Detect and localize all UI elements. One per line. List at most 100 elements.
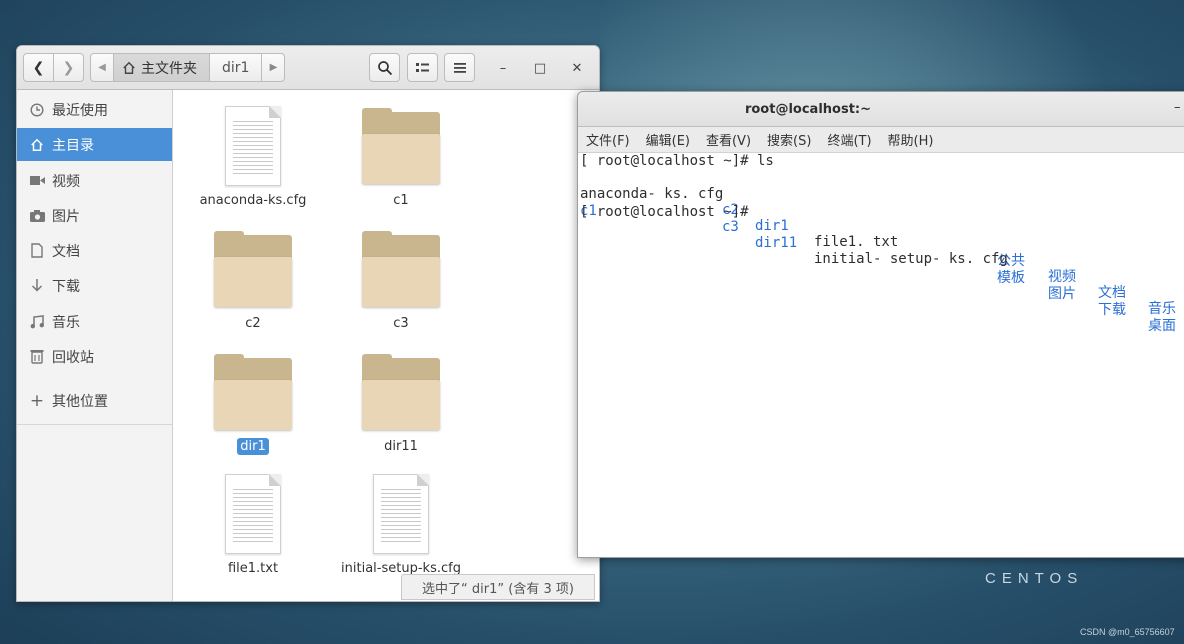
terminal-listing-row: anaconda- ks. cfg c2 dir1 file1. txt 公共 … bbox=[580, 170, 1184, 317]
folder-item-c2[interactable]: c2 bbox=[183, 231, 323, 332]
music-icon bbox=[29, 314, 45, 330]
file-label: c1 bbox=[393, 193, 409, 208]
sidebar-item-label: 其他位置 bbox=[52, 393, 108, 410]
search-icon bbox=[377, 60, 392, 75]
centos-logo: CENTOS bbox=[985, 570, 1084, 587]
folder-item-dir11[interactable]: dir11 bbox=[331, 354, 471, 455]
path-home-button[interactable]: 主文件夹 bbox=[113, 53, 210, 82]
watermark: CSDN @m0_65756607 bbox=[1080, 627, 1175, 637]
chevron-left-icon: ❮ bbox=[32, 59, 45, 76]
folder-icon bbox=[362, 354, 440, 432]
sidebar-item-pictures[interactable]: 图片 bbox=[17, 199, 172, 232]
document-icon bbox=[29, 243, 45, 259]
terminal-title: root@localhost:~ bbox=[744, 101, 872, 117]
chevron-right-icon: ❯ bbox=[62, 59, 75, 76]
sidebar-item-label: 图片 bbox=[52, 208, 80, 225]
triangle-left-icon: ◀ bbox=[98, 62, 106, 73]
sidebar-item-videos[interactable]: 视频 bbox=[17, 164, 172, 197]
status-bar: 选中了“ dir1” (含有 3 项) bbox=[401, 574, 595, 600]
file-item-anaconda-ks-cfg[interactable]: anaconda-ks.cfg bbox=[183, 106, 323, 209]
sidebar-item-label: 回收站 bbox=[52, 349, 94, 366]
terminal-command-line: [ root@localhost ~]# ls bbox=[580, 153, 774, 169]
file-label: c2 bbox=[245, 316, 261, 331]
document-icon bbox=[225, 474, 281, 554]
path-scroll-left-button[interactable]: ◀ bbox=[90, 53, 114, 82]
search-button[interactable] bbox=[369, 53, 400, 82]
listing-entry: 桌面 bbox=[1148, 318, 1176, 334]
home-icon bbox=[123, 61, 135, 74]
folder-item-dir1[interactable]: dir1 bbox=[183, 354, 323, 455]
path-dir-button[interactable]: dir1 bbox=[209, 53, 263, 82]
document-icon bbox=[225, 106, 281, 186]
sidebar-item-recent[interactable]: 最近使用 bbox=[17, 93, 172, 126]
path-dir-label: dir1 bbox=[222, 59, 250, 76]
listing-entry: 下载 bbox=[1098, 302, 1126, 318]
file-item-initial-setup-ks-cfg[interactable]: initial-setup-ks.cfg bbox=[331, 474, 471, 577]
clock-icon bbox=[29, 102, 45, 118]
path-scroll-right-button[interactable]: ▶ bbox=[261, 53, 286, 82]
sidebar-item-documents[interactable]: 文档 bbox=[17, 234, 172, 267]
file-label: dir1 bbox=[237, 438, 269, 455]
terminal-minimize-button[interactable]: – bbox=[1174, 100, 1181, 115]
sidebar-item-home[interactable]: 主目录 bbox=[17, 128, 172, 161]
listing-entry: initial- setup- ks. cfg bbox=[814, 251, 1008, 267]
file-label: c3 bbox=[393, 316, 409, 331]
menu-view[interactable]: 查看(V) bbox=[706, 130, 751, 149]
back-button[interactable]: ❮ bbox=[23, 53, 54, 82]
menu-file[interactable]: 文件(F) bbox=[586, 130, 630, 149]
sidebar-item-music[interactable]: 音乐 bbox=[17, 305, 172, 338]
video-icon bbox=[29, 173, 45, 189]
plus-icon: + bbox=[29, 390, 45, 411]
trash-icon bbox=[29, 349, 45, 365]
file-item-file1-txt[interactable]: file1.txt bbox=[183, 474, 323, 577]
nav-buttons: ❮ ❯ bbox=[23, 53, 84, 82]
document-icon bbox=[373, 474, 429, 554]
listing-entry: c3 bbox=[722, 219, 739, 235]
list-view-icon bbox=[415, 62, 429, 72]
camera-icon bbox=[29, 208, 45, 224]
listing-entry: 模板 bbox=[997, 270, 1025, 286]
menu-search[interactable]: 搜索(S) bbox=[767, 130, 811, 149]
sidebar-item-downloads[interactable]: 下载 bbox=[17, 269, 172, 302]
sidebar-item-label: 最近使用 bbox=[52, 102, 108, 119]
folder-item-c1[interactable]: c1 bbox=[331, 108, 471, 209]
menu-terminal[interactable]: 终端(T) bbox=[827, 130, 871, 149]
terminal-titlebar: root@localhost:~ bbox=[578, 92, 1184, 127]
menu-button[interactable] bbox=[444, 53, 475, 82]
terminal-output[interactable]: [ root@localhost ~]# ls anaconda- ks. cf… bbox=[578, 153, 1184, 557]
terminal-listing-row: c1 c3 dir11 initial- setup- ks. cfg 模板 图… bbox=[580, 187, 1184, 334]
menu-help[interactable]: 帮助(H) bbox=[888, 130, 934, 149]
view-toggle-button[interactable] bbox=[407, 53, 438, 82]
folder-icon bbox=[362, 231, 440, 309]
file-label: anaconda-ks.cfg bbox=[199, 193, 307, 208]
sidebar-item-other-locations[interactable]: + 其他位置 bbox=[17, 384, 172, 417]
listing-entry: 图片 bbox=[1048, 286, 1076, 302]
sidebar-item-label: 音乐 bbox=[52, 314, 80, 331]
sidebar: 最近使用 主目录 视频 图片 文档 下载 音乐 回收站 + 其他位置 bbox=[17, 90, 173, 601]
sidebar-item-label: 文档 bbox=[52, 243, 80, 260]
listing-entry: file1. txt bbox=[814, 234, 899, 250]
path-bar: ◀ 主文件夹 dir1 ▶ bbox=[90, 53, 286, 82]
listing-entry: dir11 bbox=[755, 235, 798, 251]
sidebar-item-label: 视频 bbox=[52, 173, 80, 190]
header-bar: ❮ ❯ ◀ 主文件夹 dir1 ▶ – □ ✕ bbox=[17, 46, 599, 90]
folder-item-c3[interactable]: c3 bbox=[331, 231, 471, 332]
close-button[interactable]: ✕ bbox=[567, 58, 587, 78]
path-home-label: 主文件夹 bbox=[141, 60, 197, 77]
maximize-button[interactable]: □ bbox=[530, 58, 550, 78]
sidebar-item-trash[interactable]: 回收站 bbox=[17, 340, 172, 373]
minimize-button[interactable]: – bbox=[493, 58, 513, 78]
file-label: file1.txt bbox=[227, 561, 279, 576]
file-grid: anaconda-ks.cfg c1 c2 c3 dir1 dir11 file… bbox=[173, 90, 599, 601]
terminal-menubar: 文件(F) 编辑(E) 查看(V) 搜索(S) 终端(T) 帮助(H) bbox=[578, 127, 1184, 153]
file-manager-window: ❮ ❯ ◀ 主文件夹 dir1 ▶ – □ ✕ 最近使用 主目录 视频 图片 文… bbox=[16, 45, 600, 602]
hamburger-icon bbox=[453, 62, 466, 73]
file-label: dir11 bbox=[384, 439, 418, 454]
terminal-window: root@localhost:~ – 文件(F) 编辑(E) 查看(V) 搜索(… bbox=[577, 91, 1184, 558]
menu-edit[interactable]: 编辑(E) bbox=[646, 130, 690, 149]
sidebar-divider bbox=[17, 424, 172, 425]
forward-button[interactable]: ❯ bbox=[53, 53, 84, 82]
download-icon bbox=[29, 278, 45, 294]
folder-icon bbox=[214, 231, 292, 309]
folder-icon bbox=[214, 354, 292, 432]
